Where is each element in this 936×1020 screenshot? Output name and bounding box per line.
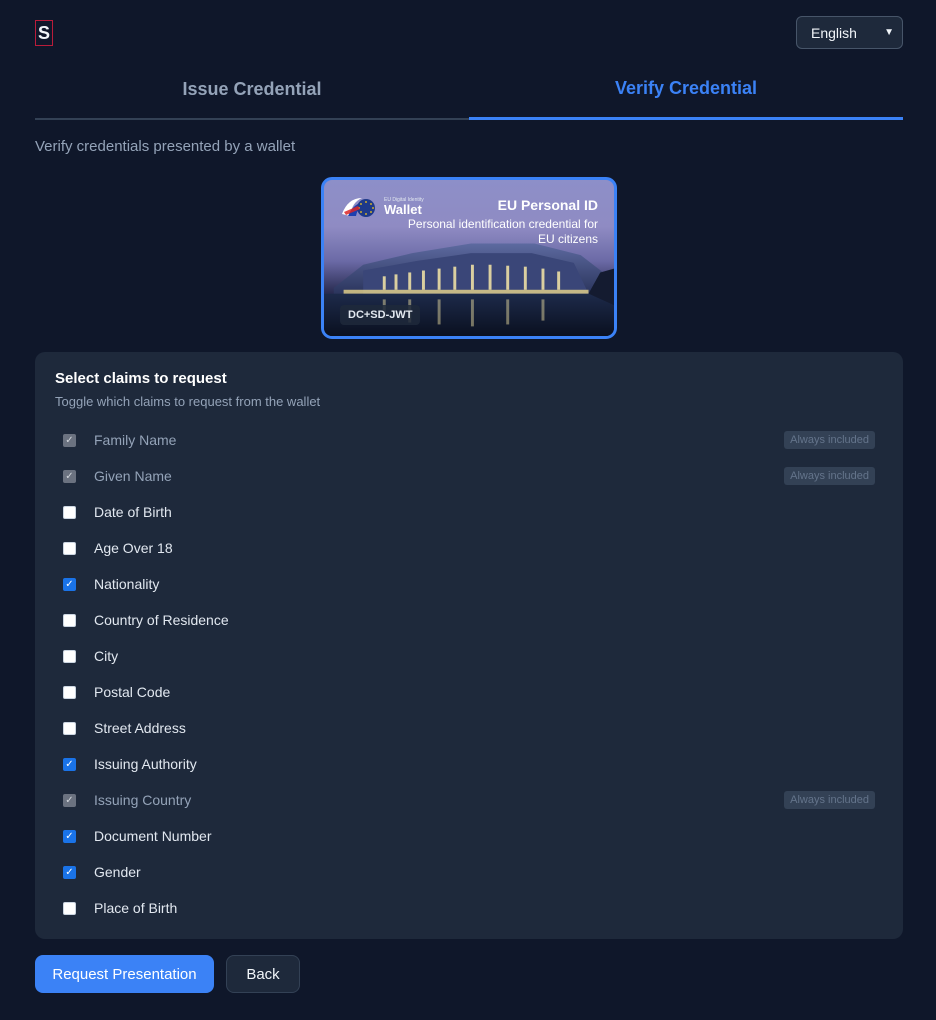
claim-label: Date of Birth — [94, 504, 172, 520]
claim-checkbox[interactable]: ✓ — [63, 865, 76, 879]
claim-label: Country of Residence — [94, 612, 229, 628]
credential-format-badge: DC+SD-JWT — [340, 305, 421, 325]
claim-checkbox: ✓ — [63, 433, 76, 447]
claims-panel-hint: Toggle which claims to request from the … — [55, 394, 321, 409]
claims-panel-title: Select claims to request — [55, 370, 227, 387]
always-included-badge: Always included — [784, 467, 875, 485]
tab-bar: Issue Credential Verify Credential — [35, 70, 903, 120]
language-select[interactable]: English ▼ — [796, 16, 903, 49]
claims-list: ✓ Family Name Always included ✓ Given Name Al… — [55, 422, 883, 926]
logo-letter: S — [37, 22, 50, 43]
credential-description: Personal identification credential for E… — [407, 217, 598, 246]
claim-checkbox: ✓ — [63, 793, 76, 807]
claim-checkbox[interactable]: ✓ — [63, 757, 76, 771]
claim-row[interactable]: Street Address — [55, 710, 883, 746]
claim-checkbox[interactable] — [63, 685, 76, 699]
claim-row[interactable]: Date of Birth — [55, 494, 883, 530]
claim-row[interactable]: Place of Birth — [55, 890, 883, 926]
claim-row: ✓ Given Name Always included — [55, 458, 883, 494]
claim-label: Street Address — [94, 720, 186, 736]
claim-label: City — [94, 648, 119, 664]
claim-checkbox[interactable] — [63, 613, 76, 627]
claims-panel: Select claims to request Toggle which cl… — [35, 352, 903, 939]
claim-checkbox[interactable] — [63, 541, 76, 555]
claim-row[interactable]: Country of Residence — [55, 602, 883, 638]
chevron-down-icon: ▼ — [884, 27, 894, 38]
tab-verify-credential[interactable]: Verify Credential — [469, 70, 903, 120]
eu-wallet-emblem-icon — [342, 198, 375, 217]
claim-row[interactable]: ✓ Nationality — [55, 566, 883, 602]
claim-row: ✓ Family Name Always included — [55, 422, 883, 458]
page-subtitle: Verify credentials presented by a wallet — [35, 138, 296, 155]
claim-row[interactable]: Age Over 18 — [55, 530, 883, 566]
credential-title: EU Personal ID — [497, 197, 598, 213]
claim-label: Document Number — [94, 828, 212, 844]
credential-card[interactable]: EU Digital Identity Wallet EU Personal I… — [321, 177, 617, 339]
claim-checkbox[interactable] — [63, 901, 76, 915]
claim-row[interactable]: ✓ Gender — [55, 854, 883, 890]
claim-checkbox[interactable] — [63, 649, 76, 663]
tab-issue-credential[interactable]: Issue Credential — [35, 70, 469, 118]
claim-row[interactable]: Postal Code — [55, 674, 883, 710]
claim-row[interactable]: City — [55, 638, 883, 674]
claim-label: Nationality — [94, 576, 160, 592]
always-included-badge: Always included — [784, 791, 875, 809]
claim-checkbox[interactable]: ✓ — [63, 829, 76, 843]
claim-checkbox: ✓ — [63, 469, 76, 483]
app-logo[interactable]: S — [35, 20, 53, 46]
claim-label: Family Name — [94, 432, 177, 448]
claim-label: Issuing Authority — [94, 756, 197, 772]
claim-checkbox[interactable] — [63, 721, 76, 735]
request-presentation-button[interactable]: Request Presentation — [35, 955, 214, 993]
claim-checkbox[interactable] — [63, 505, 76, 519]
claim-label: Given Name — [94, 468, 172, 484]
back-button[interactable]: Back — [226, 955, 300, 993]
claim-row: ✓ Issuing Country Always included — [55, 782, 883, 818]
always-included-badge: Always included — [784, 431, 875, 449]
language-selected: English — [811, 24, 857, 41]
claim-label: Postal Code — [94, 684, 171, 700]
claim-checkbox[interactable]: ✓ — [63, 577, 76, 591]
claim-label: Issuing Country — [94, 792, 192, 808]
claim-row[interactable]: ✓ Issuing Authority — [55, 746, 883, 782]
claim-label: Gender — [94, 864, 141, 880]
wallet-logo-text: Wallet — [384, 202, 422, 217]
claim-label: Age Over 18 — [94, 540, 173, 556]
claim-label: Place of Birth — [94, 900, 178, 916]
claim-row[interactable]: ✓ Document Number — [55, 818, 883, 854]
